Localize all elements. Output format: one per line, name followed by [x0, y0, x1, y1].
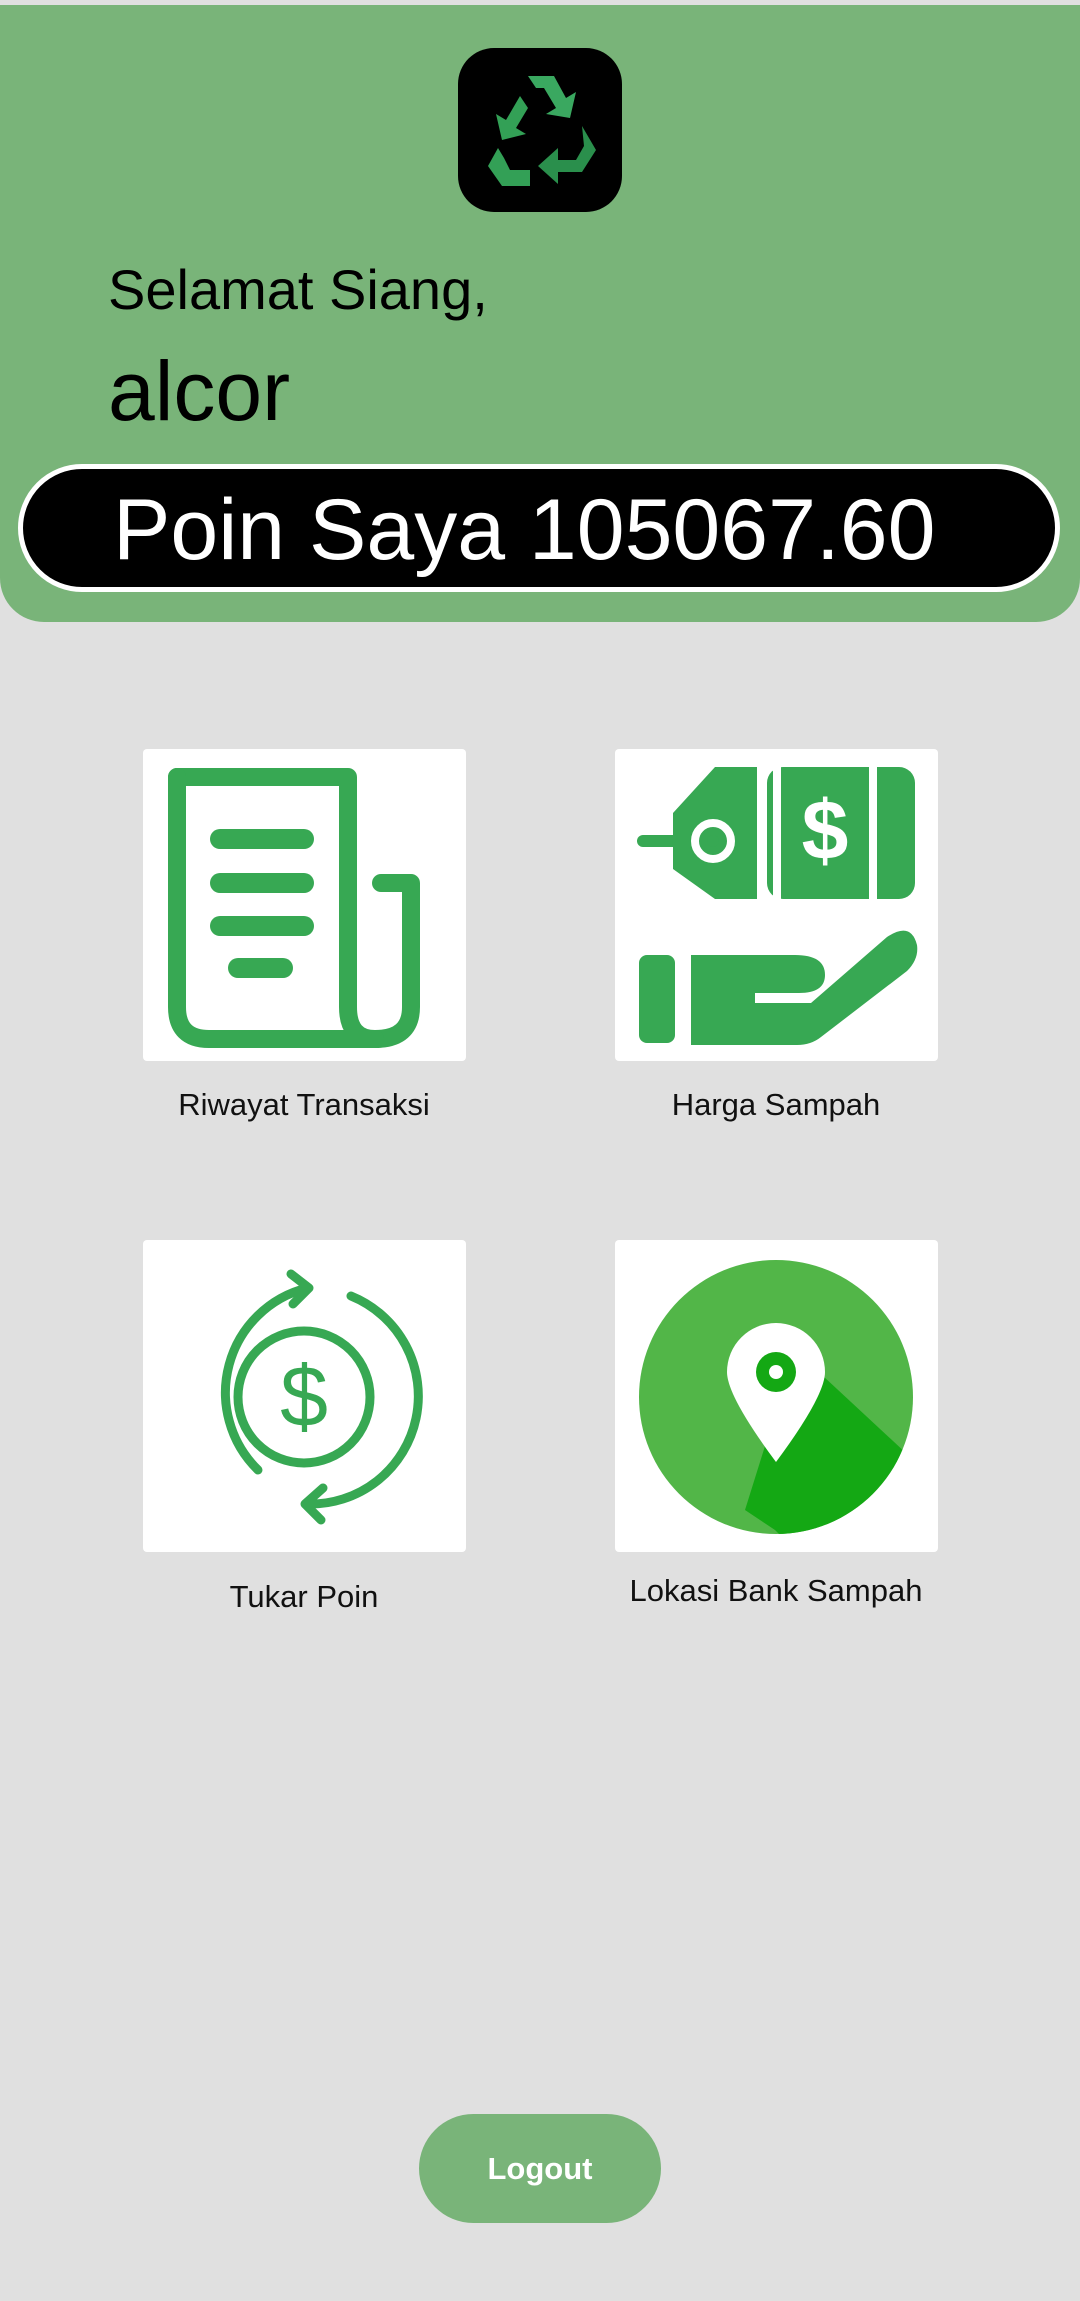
price-tag-hand-icon: $	[637, 767, 918, 1045]
points-text: Poin Saya 105067.60	[113, 482, 936, 578]
exchange-coin-icon: $	[220, 1269, 423, 1525]
location-pin-icon	[639, 1260, 913, 1534]
tukar-poin-button[interactable]: $	[143, 1240, 466, 1552]
recycle-logo-icon	[458, 48, 622, 212]
points-badge: Poin Saya 105067.60	[18, 464, 1060, 592]
logout-button[interactable]: Logout	[419, 2114, 661, 2223]
riwayat-transaksi-button[interactable]	[143, 749, 466, 1061]
harga-sampah-button[interactable]: $	[615, 749, 938, 1061]
header: Selamat Siang, alcor Poin Saya 105067.60	[0, 5, 1080, 622]
username-text: alcor	[108, 344, 291, 438]
riwayat-transaksi-label: Riwayat Transaksi	[178, 1087, 430, 1122]
harga-sampah-label: Harga Sampah	[671, 1087, 881, 1122]
lokasi-bank-sampah-label: Lokasi Bank Sampah	[629, 1573, 923, 1608]
receipt-icon	[168, 768, 420, 1048]
svg-text:$: $	[802, 783, 849, 877]
svg-text:$: $	[280, 1349, 328, 1445]
lokasi-bank-sampah-button[interactable]	[615, 1240, 938, 1552]
greeting-text: Selamat Siang,	[108, 258, 488, 321]
tukar-poin-label: Tukar Poin	[229, 1579, 379, 1614]
